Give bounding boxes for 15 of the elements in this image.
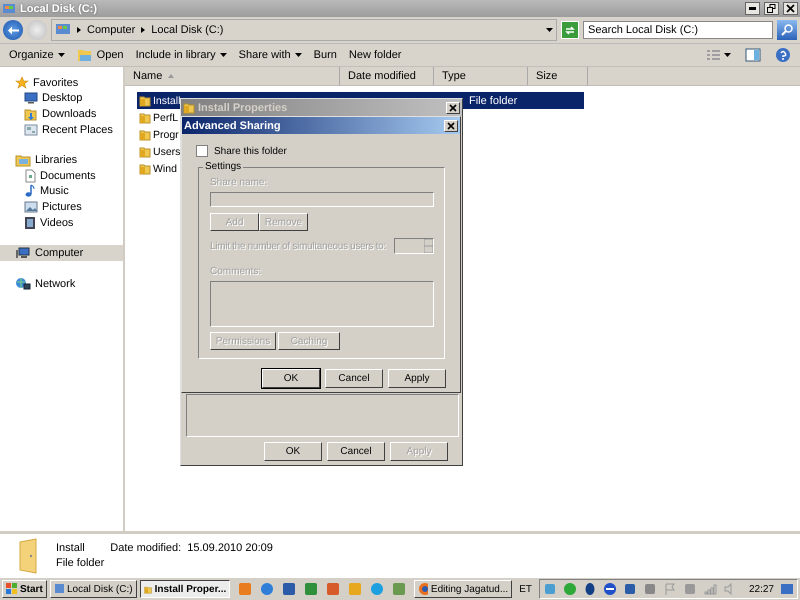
checkbox-label: Share this folder: [214, 146, 287, 156]
file-name: Progr: [153, 128, 179, 140]
dialog-title: Advanced Sharing: [184, 120, 282, 132]
details-label: Date modified:: [110, 542, 182, 554]
file-name: PerfL: [153, 112, 178, 124]
dialog-title: Install Properties: [198, 102, 288, 114]
file-name: Wind: [153, 162, 177, 174]
file-name: Users: [153, 146, 180, 158]
window-title: Local Disk (C:): [20, 2, 98, 14]
group-label: Settings: [203, 161, 244, 172]
details-type: File folder: [56, 557, 104, 569]
details-value: 15.09.2010 20:09: [187, 542, 273, 554]
type-cell: File folder: [469, 94, 518, 106]
file-name: Install: [153, 94, 180, 106]
details-name: Install: [56, 542, 86, 554]
